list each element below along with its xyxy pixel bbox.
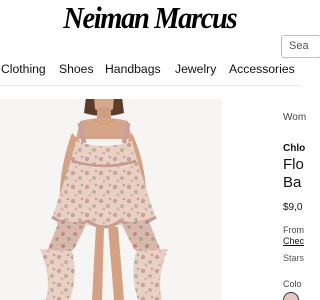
designer-name[interactable]: Chlo [283, 143, 305, 154]
color-swatch[interactable] [283, 292, 299, 300]
product-price: $9,0 [283, 202, 303, 213]
search-input[interactable]: Sea [281, 35, 320, 58]
nav-item-accessories[interactable]: Accessories [229, 62, 295, 76]
site-logo[interactable]: Neiman Marcus [12, 0, 288, 44]
color-label: Colo [283, 279, 302, 289]
nav-item-handbags[interactable]: Handbags [105, 62, 161, 76]
category-nav: Clothing Shoes Handbags Jewelry Accessor… [0, 62, 300, 80]
checkout-link[interactable]: Chec [283, 236, 304, 246]
product-title: Flo [283, 156, 304, 173]
rating-text[interactable]: Stars [283, 253, 304, 263]
dress-photo-icon [40, 99, 168, 300]
breadcrumb[interactable]: Wom [283, 112, 306, 123]
nav-divider [0, 85, 300, 86]
nav-item-clothing[interactable]: Clothing [1, 62, 46, 76]
product-image[interactable] [0, 99, 222, 300]
product-title-line2: Ba [283, 174, 302, 191]
installments-text: From [283, 225, 304, 235]
nav-item-jewelry[interactable]: Jewelry [175, 62, 216, 76]
nav-item-shoes[interactable]: Shoes [59, 62, 94, 76]
